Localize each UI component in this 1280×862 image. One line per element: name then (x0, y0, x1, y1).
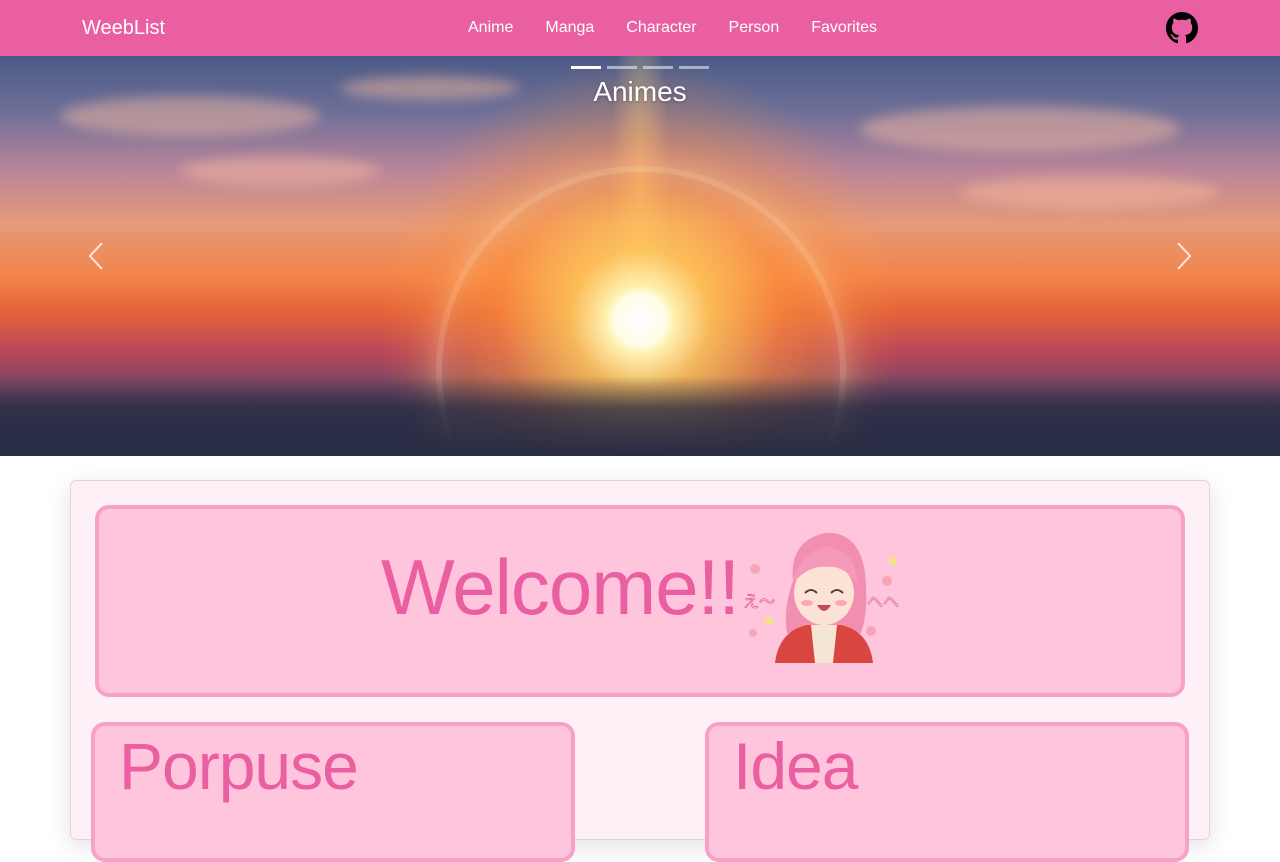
purpose-card: Porpuse (91, 722, 575, 862)
purpose-card-title: Porpuse (119, 729, 359, 803)
idea-card-title: Idea (733, 729, 858, 803)
cloud (960, 176, 1220, 208)
carousel-indicator-2[interactable] (607, 66, 637, 69)
nav-link-manga[interactable]: Manga (529, 0, 610, 56)
carousel-next-button[interactable] (1164, 236, 1204, 276)
nav-link-favorites[interactable]: Favorites (795, 0, 893, 56)
cloud (860, 106, 1180, 152)
nav-links: Anime Manga Character Person Favorites (452, 0, 893, 56)
carousel-indicator-3[interactable] (643, 66, 673, 69)
svg-text:え〜: え〜 (743, 592, 775, 611)
carousel-indicator-1[interactable] (571, 66, 601, 69)
nav-link-anime[interactable]: Anime (452, 0, 529, 56)
github-icon[interactable] (1164, 10, 1200, 46)
svg-text:へへ: へへ (867, 592, 899, 611)
horizon-hills (0, 376, 1280, 456)
carousel-caption: Animes (593, 76, 687, 107)
chevron-right-icon (1177, 242, 1192, 270)
carousel-indicators (571, 66, 709, 69)
hero-carousel: Animes (0, 56, 1280, 456)
nav-link-character[interactable]: Character (610, 0, 712, 56)
anime-girl-mascot: え〜 へへ (743, 532, 899, 663)
brand-link[interactable]: WeebList (82, 15, 165, 41)
main-container: Welcome!! え〜 へへ Porpuse Idea (70, 480, 1210, 862)
top-navbar: WeebList Anime Manga Character Person Fa… (0, 0, 1280, 56)
chevron-left-icon (88, 242, 103, 270)
idea-card: Idea (705, 722, 1189, 862)
nav-link-person[interactable]: Person (713, 0, 796, 56)
welcome-title: Welcome!! (381, 543, 740, 631)
cloud (180, 156, 380, 186)
carousel-prev-button[interactable] (76, 236, 116, 276)
welcome-box: Welcome!! え〜 へへ (95, 505, 1185, 697)
carousel-indicator-4[interactable] (679, 66, 709, 69)
